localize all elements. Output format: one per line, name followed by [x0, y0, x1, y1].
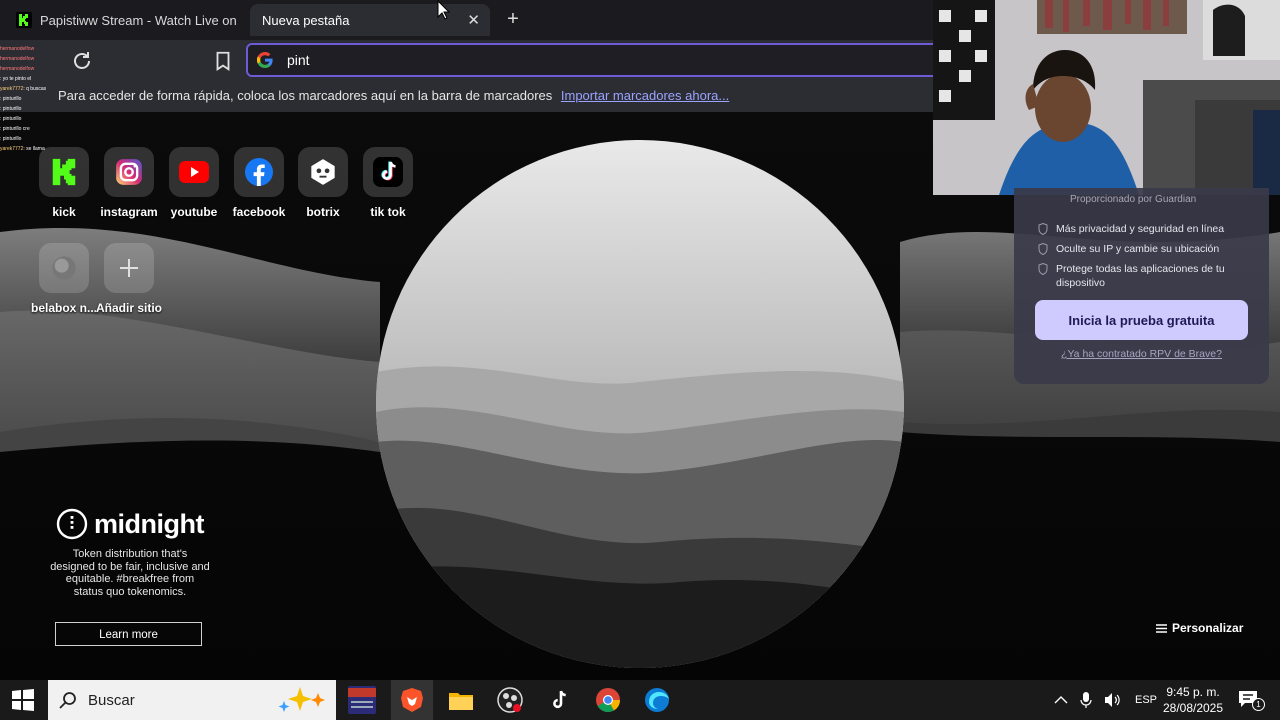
- top-site-botrix[interactable]: botrix: [288, 147, 358, 219]
- language-indicator[interactable]: ESP: [1135, 694, 1157, 706]
- windows-start-icon[interactable]: [10, 688, 36, 712]
- chat-message: hermanodelfow: [0, 66, 35, 72]
- system-tray: ESP: [1054, 680, 1157, 720]
- google-icon: [257, 52, 273, 68]
- search-icon: [59, 692, 76, 709]
- already-purchased-link[interactable]: ¿Ya ha contratado RPV de Brave?: [1014, 348, 1269, 360]
- mouse-cursor-icon: [437, 0, 451, 20]
- clock-time: 9:45 p. m.: [1166, 685, 1220, 699]
- youtube-logo-icon: [179, 161, 209, 183]
- kick-favicon-icon: [16, 12, 32, 28]
- close-tab-icon[interactable]: ✕: [467, 11, 480, 29]
- search-placeholder: Buscar: [88, 691, 135, 709]
- bookmarks-message: Para acceder de forma rápida, coloca los…: [58, 88, 553, 103]
- vpn-feature: Oculte su IP y cambie su ubicación: [1038, 242, 1258, 256]
- botrix-logo-icon: [311, 159, 335, 185]
- start-free-trial-button[interactable]: Inicia la prueba gratuita: [1035, 300, 1248, 340]
- bookmark-icon[interactable]: [212, 50, 234, 72]
- address-bar[interactable]: [246, 43, 950, 77]
- new-tab-button[interactable]: +: [502, 8, 524, 30]
- top-site-belabox[interactable]: belabox n...: [29, 243, 99, 315]
- file-explorer-icon[interactable]: [447, 686, 475, 714]
- streamer-webcam-overlay: [933, 0, 1280, 195]
- learn-more-button[interactable]: Learn more: [55, 622, 202, 646]
- notification-center-button[interactable]: 1: [1238, 690, 1265, 711]
- customize-button[interactable]: Personalizar: [1156, 621, 1243, 635]
- top-site-kick[interactable]: kick: [29, 147, 99, 219]
- chevron-up-icon[interactable]: [1054, 695, 1068, 705]
- facebook-logo-icon: [245, 158, 273, 186]
- top-site-facebook[interactable]: facebook: [224, 147, 294, 219]
- tab-new-tab[interactable]: Nueva pestaña ✕: [250, 4, 490, 36]
- chat-message: : pinturillo: [0, 106, 22, 112]
- chrome-app-icon[interactable]: [594, 686, 622, 714]
- shield-icon: [1038, 263, 1048, 275]
- copilot-sparkle-icon: [278, 687, 325, 712]
- bookmarks-hint: Para acceder de forma rápida, coloca los…: [58, 88, 729, 103]
- shield-icon: [1038, 223, 1048, 235]
- chat-message: : pinturillo cre: [0, 126, 30, 132]
- tab-title: Papistiww Stream - Watch Live on Kick: [40, 12, 236, 28]
- taskbar-clock[interactable]: 9:45 p. m. 28/08/2025: [1158, 684, 1228, 716]
- top-site-instagram[interactable]: instagram: [94, 147, 164, 219]
- top-site-youtube[interactable]: youtube: [159, 147, 229, 219]
- url-input[interactable]: [285, 51, 889, 69]
- brave-vpn-card: Proporcionado por Guardian Más privacida…: [1014, 188, 1269, 384]
- top-site-tiktok[interactable]: tik tok: [353, 147, 423, 219]
- shield-icon: [1038, 243, 1048, 255]
- edge-app-icon[interactable]: [643, 686, 671, 714]
- globe-icon: [52, 256, 76, 280]
- vpn-feature-list: Más privacidad y seguridad en línea Ocul…: [1038, 222, 1258, 296]
- sliders-icon: [1156, 623, 1167, 633]
- tab-kick-stream[interactable]: Papistiww Stream - Watch Live on Kick: [8, 4, 240, 36]
- brave-app-icon[interactable]: [398, 686, 426, 714]
- chat-message: hermanodelfow: [0, 56, 35, 62]
- plus-icon: [120, 259, 138, 277]
- volume-icon[interactable]: [1104, 692, 1122, 708]
- instagram-logo-icon: [116, 159, 142, 185]
- stream-chat-overlay: hermanodelfow hermanodelfow hermanodelfo…: [0, 44, 90, 162]
- add-site-button[interactable]: Añadir sitio: [94, 243, 164, 315]
- taskbar-search[interactable]: Buscar: [48, 680, 336, 720]
- chat-message: : yo te pinto el: [0, 76, 32, 82]
- windows-taskbar: Buscar ESP 9:45 p. m. 28/08/2025 1: [0, 680, 1280, 720]
- tab-title: Nueva pestaña: [262, 12, 350, 28]
- sponsor-brand: midnight: [94, 508, 204, 539]
- tiktok-logo-icon: [373, 157, 403, 187]
- voicemeeter-app-icon[interactable]: [348, 686, 376, 714]
- chat-message: : pinturillo: [0, 136, 22, 142]
- sponsored-image-block: midnight Token distribution that's desig…: [50, 508, 210, 598]
- clock-date: 28/08/2025: [1162, 701, 1224, 715]
- vpn-feature: Más privacidad y seguridad en línea: [1038, 222, 1258, 236]
- microphone-icon[interactable]: [1080, 691, 1092, 709]
- vpn-feature: Protege todas las aplicaciones de tu dis…: [1038, 262, 1258, 290]
- midnight-logo-icon: [56, 508, 88, 540]
- obs-studio-icon[interactable]: [496, 686, 524, 714]
- chat-message: : pinturillo: [0, 96, 22, 102]
- chat-message: : pinturillo: [0, 116, 22, 122]
- import-bookmarks-link[interactable]: Importar marcadores ahora...: [561, 88, 729, 103]
- chat-message: hermanodelfow: [0, 46, 35, 52]
- vpn-provider: Proporcionado por Guardian: [1070, 194, 1197, 205]
- chat-message: yarek7772: q buscas: [0, 86, 47, 92]
- notification-count: 1: [1252, 698, 1265, 711]
- kick-logo-icon: [52, 158, 76, 186]
- tiktok-app-icon[interactable]: [545, 686, 573, 714]
- sponsor-tagline: Token distribution that's designed to be…: [50, 548, 210, 598]
